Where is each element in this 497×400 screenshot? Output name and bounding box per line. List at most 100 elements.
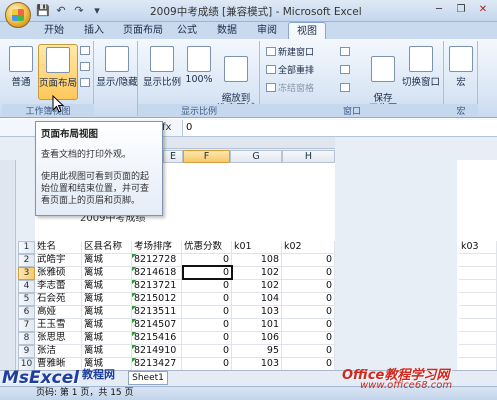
table-cell[interactable]: 王玉雪	[35, 319, 82, 332]
table-header-cell[interactable]: 优惠分数	[182, 241, 232, 254]
table-cell[interactable]	[459, 319, 497, 332]
table-cell[interactable]: 0	[282, 254, 335, 267]
column-header-h[interactable]: H	[282, 150, 335, 163]
table-cell[interactable]: 篱城	[82, 332, 132, 345]
table-cell[interactable]: 8215012	[132, 293, 182, 306]
formula-input[interactable]: 0	[182, 120, 497, 136]
new-window-button[interactable]: 新建窗口	[266, 47, 314, 60]
tab-insert[interactable]: 插入	[78, 22, 110, 39]
table-cell[interactable]: 篱城	[82, 345, 132, 358]
row-header[interactable]: 3	[18, 267, 35, 280]
show-hide-button[interactable]: 显示/隐藏	[96, 44, 138, 100]
close-icon[interactable]: ✕	[472, 2, 494, 18]
tab-view[interactable]: 视图	[288, 22, 326, 39]
column-header-g[interactable]: G	[230, 150, 282, 163]
table-cell[interactable]: 0	[282, 280, 335, 293]
row-header[interactable]: 6	[18, 306, 35, 319]
table-cell[interactable]: 0	[282, 293, 335, 306]
arrange-all-button[interactable]: 全部重排	[266, 65, 314, 78]
table-cell[interactable]: 0	[282, 319, 335, 332]
restore-icon[interactable]: ❐	[450, 2, 472, 18]
column-header-e[interactable]: E	[163, 150, 183, 163]
table-header-cell-k03[interactable]: k03	[459, 241, 497, 254]
column-header-f[interactable]: F	[183, 150, 230, 163]
table-cell[interactable]: 0	[182, 332, 232, 345]
table-cell[interactable]: 武皓宇	[35, 254, 82, 267]
table-cell[interactable]: 篱城	[82, 280, 132, 293]
table-cell[interactable]: 李志蕾	[35, 280, 82, 293]
table-cell[interactable]: 8213511	[132, 306, 182, 319]
save-icon[interactable]: 💾	[36, 4, 50, 17]
custom-views-icon[interactable]	[80, 62, 92, 75]
normal-view-button[interactable]: 普通	[5, 44, 37, 100]
table-cell[interactable]: 0	[282, 345, 335, 358]
macros-button[interactable]: 宏	[446, 44, 476, 100]
table-cell[interactable]	[459, 293, 497, 306]
tab-data[interactable]: 数据	[212, 22, 242, 39]
table-cell[interactable]: 0	[282, 332, 335, 345]
sheet-tab-sheet1[interactable]: Sheet1	[128, 371, 168, 385]
table-cell[interactable]: 石会苑	[35, 293, 82, 306]
table-cell[interactable]: 8215416	[132, 332, 182, 345]
full-screen-icon[interactable]	[80, 78, 92, 91]
table-cell[interactable]: 8214618	[132, 267, 182, 280]
table-cell[interactable]: 张思思	[35, 332, 82, 345]
table-cell[interactable]: 8212728	[132, 254, 182, 267]
table-cell[interactable]: 篱城	[82, 319, 132, 332]
fx-icon[interactable]: fx	[162, 122, 171, 133]
table-cell[interactable]: 8214910	[132, 345, 182, 358]
table-cell[interactable]: 篱城	[82, 254, 132, 267]
table-cell[interactable]: 篱城	[82, 306, 132, 319]
row-header[interactable]: 2	[18, 254, 35, 267]
undo-icon[interactable]: ↶	[54, 4, 68, 17]
row-header[interactable]: 8	[18, 332, 35, 345]
table-cell[interactable]: 0	[282, 306, 335, 319]
switch-windows-button[interactable]: 切换窗口	[400, 44, 442, 100]
hide-window-icon[interactable]	[340, 65, 352, 78]
row-header[interactable]: 7	[18, 319, 35, 332]
tab-home[interactable]: 开始	[38, 22, 70, 39]
table-cell[interactable]: 104	[232, 293, 282, 306]
tab-formulas[interactable]: 公式	[172, 22, 202, 39]
table-header-cell[interactable]: k01	[232, 241, 282, 254]
table-cell[interactable]: 101	[232, 319, 282, 332]
table-cell[interactable]: 95	[232, 345, 282, 358]
table-cell[interactable]	[459, 332, 497, 345]
table-cell[interactable]: 8213721	[132, 280, 182, 293]
table-cell[interactable]: 0	[182, 280, 232, 293]
tab-review[interactable]: 审阅	[252, 22, 282, 39]
table-cell[interactable]: 0	[182, 345, 232, 358]
row-header[interactable]: 1	[18, 241, 35, 254]
row-header[interactable]: 9	[18, 345, 35, 358]
table-cell[interactable]	[459, 267, 497, 280]
table-cell[interactable]: 103	[232, 306, 282, 319]
table-cell[interactable]: 0	[182, 293, 232, 306]
table-cell[interactable]: 高娅	[35, 306, 82, 319]
table-cell[interactable]	[459, 306, 497, 319]
zoom-to-selection-button[interactable]: 缩放到 选定区域	[214, 44, 258, 114]
minimize-icon[interactable]: ─	[428, 2, 450, 18]
table-header-cell[interactable]: 区县名称	[82, 241, 132, 254]
zoom-100-button[interactable]: 100%	[184, 44, 214, 100]
table-cell[interactable]: 张雅硕	[35, 267, 82, 280]
table-cell[interactable]: 102	[232, 267, 282, 280]
table-cell[interactable]: 篱城	[82, 293, 132, 306]
row-header[interactable]: 5	[18, 293, 35, 306]
redo-icon[interactable]: ↷	[72, 4, 86, 17]
table-cell[interactable]: 0	[182, 306, 232, 319]
page-layout-view-button[interactable]: 页面布局	[38, 44, 78, 100]
table-cell[interactable]	[459, 254, 497, 267]
table-cell[interactable]: 108	[232, 254, 282, 267]
row-header[interactable]: 4	[18, 280, 35, 293]
zoom-button[interactable]: 显示比例	[142, 44, 182, 100]
table-header-cell[interactable]: 考场排序	[132, 241, 182, 254]
dropdown-icon[interactable]: ▾	[90, 4, 104, 17]
table-cell[interactable]: 102	[232, 280, 282, 293]
table-cell[interactable]	[459, 280, 497, 293]
unhide-window-icon[interactable]	[340, 83, 352, 96]
table-cell[interactable]	[459, 345, 497, 358]
tab-page-layout[interactable]: 页面布局	[118, 22, 168, 39]
table-cell[interactable]: 0	[182, 319, 232, 332]
page-break-preview-icon[interactable]	[80, 46, 92, 59]
office-button[interactable]	[5, 2, 31, 28]
